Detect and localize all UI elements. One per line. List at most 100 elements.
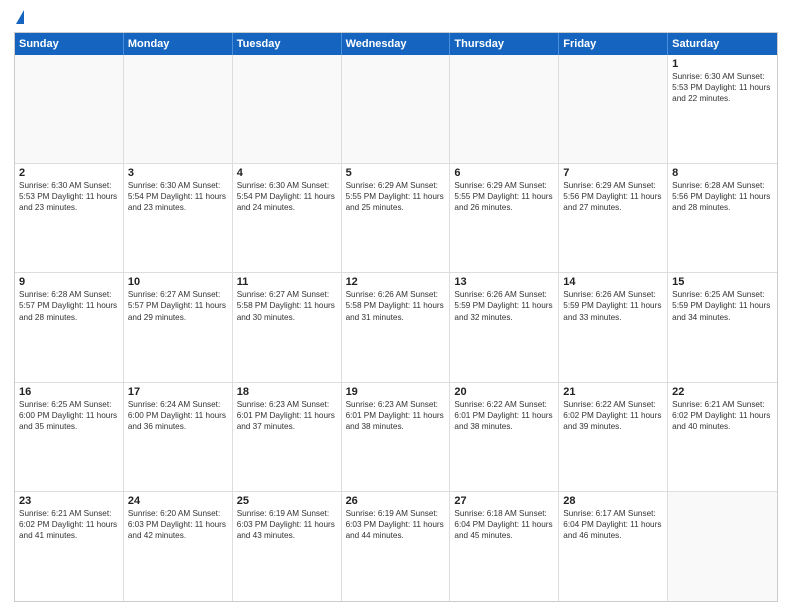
- calendar-cell: 25Sunrise: 6:19 AM Sunset: 6:03 PM Dayli…: [233, 492, 342, 601]
- day-number: 18: [237, 386, 337, 398]
- day-info: Sunrise: 6:26 AM Sunset: 5:59 PM Dayligh…: [563, 289, 663, 322]
- calendar-cell: 19Sunrise: 6:23 AM Sunset: 6:01 PM Dayli…: [342, 383, 451, 491]
- calendar-cell: 21Sunrise: 6:22 AM Sunset: 6:02 PM Dayli…: [559, 383, 668, 491]
- calendar-cell: 27Sunrise: 6:18 AM Sunset: 6:04 PM Dayli…: [450, 492, 559, 601]
- day-number: 26: [346, 495, 446, 507]
- calendar-row: 9Sunrise: 6:28 AM Sunset: 5:57 PM Daylig…: [15, 273, 777, 382]
- calendar-cell: 4Sunrise: 6:30 AM Sunset: 5:54 PM Daylig…: [233, 164, 342, 272]
- calendar-cell: 14Sunrise: 6:26 AM Sunset: 5:59 PM Dayli…: [559, 273, 668, 381]
- day-number: 2: [19, 167, 119, 179]
- header: [14, 10, 778, 26]
- day-info: Sunrise: 6:29 AM Sunset: 5:55 PM Dayligh…: [346, 180, 446, 213]
- calendar-cell: 5Sunrise: 6:29 AM Sunset: 5:55 PM Daylig…: [342, 164, 451, 272]
- calendar-cell: 13Sunrise: 6:26 AM Sunset: 5:59 PM Dayli…: [450, 273, 559, 381]
- weekday-header: Thursday: [450, 33, 559, 55]
- calendar-cell: 9Sunrise: 6:28 AM Sunset: 5:57 PM Daylig…: [15, 273, 124, 381]
- day-info: Sunrise: 6:29 AM Sunset: 5:55 PM Dayligh…: [454, 180, 554, 213]
- day-number: 15: [672, 276, 773, 288]
- day-info: Sunrise: 6:30 AM Sunset: 5:54 PM Dayligh…: [128, 180, 228, 213]
- day-info: Sunrise: 6:22 AM Sunset: 6:01 PM Dayligh…: [454, 399, 554, 432]
- day-number: 24: [128, 495, 228, 507]
- calendar-header: SundayMondayTuesdayWednesdayThursdayFrid…: [15, 33, 777, 55]
- day-info: Sunrise: 6:26 AM Sunset: 5:58 PM Dayligh…: [346, 289, 446, 322]
- calendar-cell: 7Sunrise: 6:29 AM Sunset: 5:56 PM Daylig…: [559, 164, 668, 272]
- day-number: 25: [237, 495, 337, 507]
- day-number: 8: [672, 167, 773, 179]
- day-info: Sunrise: 6:24 AM Sunset: 6:00 PM Dayligh…: [128, 399, 228, 432]
- calendar-cell: [342, 55, 451, 163]
- calendar-cell: 6Sunrise: 6:29 AM Sunset: 5:55 PM Daylig…: [450, 164, 559, 272]
- day-info: Sunrise: 6:28 AM Sunset: 5:57 PM Dayligh…: [19, 289, 119, 322]
- day-number: 16: [19, 386, 119, 398]
- calendar-cell: [450, 55, 559, 163]
- calendar-cell: 20Sunrise: 6:22 AM Sunset: 6:01 PM Dayli…: [450, 383, 559, 491]
- calendar-cell: 16Sunrise: 6:25 AM Sunset: 6:00 PM Dayli…: [15, 383, 124, 491]
- day-number: 17: [128, 386, 228, 398]
- day-info: Sunrise: 6:26 AM Sunset: 5:59 PM Dayligh…: [454, 289, 554, 322]
- calendar-cell: 23Sunrise: 6:21 AM Sunset: 6:02 PM Dayli…: [15, 492, 124, 601]
- weekday-header: Sunday: [15, 33, 124, 55]
- day-number: 7: [563, 167, 663, 179]
- day-info: Sunrise: 6:20 AM Sunset: 6:03 PM Dayligh…: [128, 508, 228, 541]
- day-number: 12: [346, 276, 446, 288]
- day-number: 21: [563, 386, 663, 398]
- day-info: Sunrise: 6:19 AM Sunset: 6:03 PM Dayligh…: [346, 508, 446, 541]
- calendar-cell: [668, 492, 777, 601]
- calendar-cell: [559, 55, 668, 163]
- calendar-cell: [233, 55, 342, 163]
- day-info: Sunrise: 6:23 AM Sunset: 6:01 PM Dayligh…: [237, 399, 337, 432]
- calendar-row: 16Sunrise: 6:25 AM Sunset: 6:00 PM Dayli…: [15, 383, 777, 492]
- calendar-body: 1Sunrise: 6:30 AM Sunset: 5:53 PM Daylig…: [15, 55, 777, 601]
- day-number: 23: [19, 495, 119, 507]
- day-info: Sunrise: 6:22 AM Sunset: 6:02 PM Dayligh…: [563, 399, 663, 432]
- day-info: Sunrise: 6:19 AM Sunset: 6:03 PM Dayligh…: [237, 508, 337, 541]
- day-info: Sunrise: 6:28 AM Sunset: 5:56 PM Dayligh…: [672, 180, 773, 213]
- weekday-header: Friday: [559, 33, 668, 55]
- logo: [14, 10, 24, 26]
- calendar-row: 2Sunrise: 6:30 AM Sunset: 5:53 PM Daylig…: [15, 164, 777, 273]
- calendar-cell: 10Sunrise: 6:27 AM Sunset: 5:57 PM Dayli…: [124, 273, 233, 381]
- calendar: SundayMondayTuesdayWednesdayThursdayFrid…: [14, 32, 778, 602]
- day-info: Sunrise: 6:18 AM Sunset: 6:04 PM Dayligh…: [454, 508, 554, 541]
- weekday-header: Wednesday: [342, 33, 451, 55]
- calendar-cell: 18Sunrise: 6:23 AM Sunset: 6:01 PM Dayli…: [233, 383, 342, 491]
- day-number: 19: [346, 386, 446, 398]
- calendar-cell: 15Sunrise: 6:25 AM Sunset: 5:59 PM Dayli…: [668, 273, 777, 381]
- day-info: Sunrise: 6:30 AM Sunset: 5:54 PM Dayligh…: [237, 180, 337, 213]
- calendar-cell: 28Sunrise: 6:17 AM Sunset: 6:04 PM Dayli…: [559, 492, 668, 601]
- calendar-row: 23Sunrise: 6:21 AM Sunset: 6:02 PM Dayli…: [15, 492, 777, 601]
- calendar-cell: 1Sunrise: 6:30 AM Sunset: 5:53 PM Daylig…: [668, 55, 777, 163]
- day-number: 5: [346, 167, 446, 179]
- day-info: Sunrise: 6:25 AM Sunset: 5:59 PM Dayligh…: [672, 289, 773, 322]
- day-number: 11: [237, 276, 337, 288]
- day-number: 4: [237, 167, 337, 179]
- calendar-cell: [124, 55, 233, 163]
- day-info: Sunrise: 6:27 AM Sunset: 5:58 PM Dayligh…: [237, 289, 337, 322]
- calendar-cell: 22Sunrise: 6:21 AM Sunset: 6:02 PM Dayli…: [668, 383, 777, 491]
- day-number: 14: [563, 276, 663, 288]
- day-number: 28: [563, 495, 663, 507]
- day-number: 10: [128, 276, 228, 288]
- calendar-cell: 2Sunrise: 6:30 AM Sunset: 5:53 PM Daylig…: [15, 164, 124, 272]
- day-number: 3: [128, 167, 228, 179]
- weekday-header: Tuesday: [233, 33, 342, 55]
- day-info: Sunrise: 6:30 AM Sunset: 5:53 PM Dayligh…: [672, 71, 773, 104]
- calendar-cell: 26Sunrise: 6:19 AM Sunset: 6:03 PM Dayli…: [342, 492, 451, 601]
- day-number: 13: [454, 276, 554, 288]
- calendar-cell: [15, 55, 124, 163]
- calendar-cell: 17Sunrise: 6:24 AM Sunset: 6:00 PM Dayli…: [124, 383, 233, 491]
- day-number: 27: [454, 495, 554, 507]
- calendar-row: 1Sunrise: 6:30 AM Sunset: 5:53 PM Daylig…: [15, 55, 777, 164]
- calendar-cell: 8Sunrise: 6:28 AM Sunset: 5:56 PM Daylig…: [668, 164, 777, 272]
- calendar-cell: 12Sunrise: 6:26 AM Sunset: 5:58 PM Dayli…: [342, 273, 451, 381]
- day-info: Sunrise: 6:27 AM Sunset: 5:57 PM Dayligh…: [128, 289, 228, 322]
- weekday-header: Saturday: [668, 33, 777, 55]
- day-info: Sunrise: 6:21 AM Sunset: 6:02 PM Dayligh…: [19, 508, 119, 541]
- weekday-header: Monday: [124, 33, 233, 55]
- day-info: Sunrise: 6:23 AM Sunset: 6:01 PM Dayligh…: [346, 399, 446, 432]
- day-number: 20: [454, 386, 554, 398]
- day-info: Sunrise: 6:29 AM Sunset: 5:56 PM Dayligh…: [563, 180, 663, 213]
- calendar-cell: 11Sunrise: 6:27 AM Sunset: 5:58 PM Dayli…: [233, 273, 342, 381]
- day-info: Sunrise: 6:30 AM Sunset: 5:53 PM Dayligh…: [19, 180, 119, 213]
- day-number: 9: [19, 276, 119, 288]
